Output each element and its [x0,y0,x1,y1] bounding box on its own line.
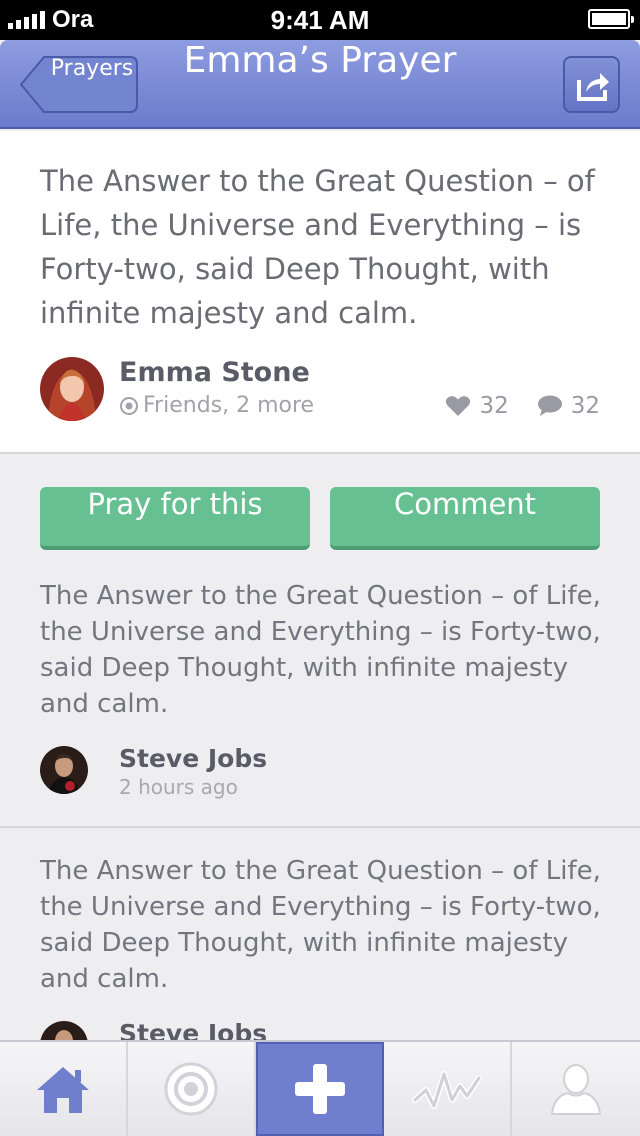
audience-label: Friends, 2 more [143,393,315,418]
profile-icon [550,1064,602,1115]
steve-jobs-avatar[interactable] [40,1021,88,1040]
tab-profile[interactable] [512,1042,640,1136]
navigation-bar: Prayers Emma’s Prayer [0,40,640,129]
prayer-text: The Answer to the Great Question – of Li… [40,164,595,330]
activity-icon [412,1071,482,1109]
tab-bar [0,1040,640,1136]
prayer-card: The Answer to the Great Question – of Li… [0,131,640,454]
comment-author-name[interactable]: Steve Jobs [119,1019,267,1040]
tab-home[interactable] [0,1042,128,1136]
plus-icon [295,1064,345,1114]
audience-info: Friends, 2 more [119,393,314,418]
comment-divider [0,826,640,828]
share-button[interactable] [563,56,620,113]
comment-text: The Answer to the Great Question – of Li… [40,581,601,719]
target-icon [164,1062,218,1116]
page-title: Emma’s Prayer [183,40,457,81]
back-button-label: Prayers [50,56,134,81]
emma-stone-avatar[interactable] [40,357,104,421]
prayer-author-row: Emma Stone Friends, 2 more 32 32 [40,357,600,421]
comment-author-name[interactable]: Steve Jobs [119,744,267,773]
tab-add-prayer[interactable] [256,1042,384,1136]
prayer-author-name[interactable]: Emma Stone [119,357,310,388]
tab-circles[interactable] [128,1042,256,1136]
steve-jobs-avatar[interactable] [40,746,88,794]
comment-timestamp: 2 hours ago [119,775,238,799]
battery-icon [588,9,634,29]
home-icon [37,1067,89,1113]
comment-item: The Answer to the Great Question – of Li… [0,578,640,828]
comment-item: The Answer to the Great Question – of Li… [0,853,640,1040]
comment-text: The Answer to the Great Question – of Li… [40,856,601,994]
like-count: 32 [479,393,509,419]
share-icon [577,73,609,101]
comment-bubble-icon[interactable] [537,395,563,417]
comment-button[interactable]: Comment [330,487,600,550]
status-time: 9:41 AM [270,5,370,35]
heart-icon[interactable] [445,395,471,417]
status-bar: Ora 9:41 AM [0,0,640,40]
pray-for-this-button[interactable]: Pray for this [40,487,310,550]
prayer-stats: 32 32 [445,393,600,419]
back-button[interactable]: Prayers [20,56,138,113]
comment-count: 32 [570,393,600,419]
audience-target-icon [120,396,138,415]
tab-activity[interactable] [384,1042,512,1136]
